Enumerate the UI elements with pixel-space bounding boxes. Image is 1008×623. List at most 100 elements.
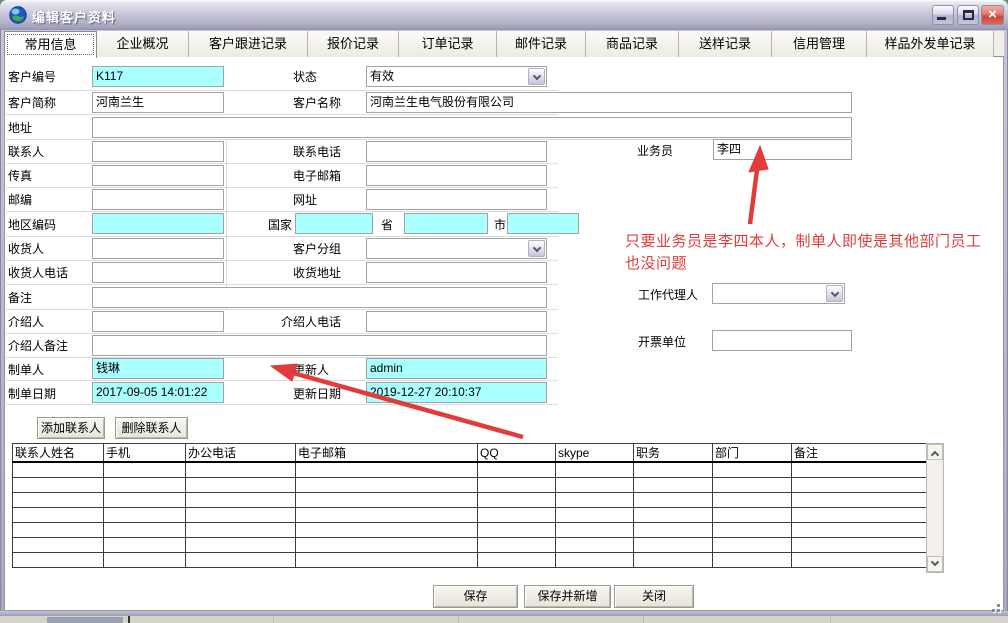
table-cell[interactable] bbox=[186, 552, 296, 567]
col-header-office-phone[interactable]: 办公电话 bbox=[186, 444, 296, 463]
tab-product-records[interactable]: 商品记录 bbox=[586, 31, 679, 57]
table-cell[interactable] bbox=[186, 537, 296, 552]
consignee-phone-field[interactable] bbox=[92, 262, 224, 283]
add-contact-button[interactable]: 添加联系人 bbox=[37, 417, 105, 439]
delivery-address-field[interactable] bbox=[366, 262, 547, 283]
table-cell[interactable] bbox=[478, 522, 556, 537]
address-field[interactable] bbox=[92, 117, 852, 138]
col-header-skype[interactable]: skype bbox=[556, 444, 634, 463]
table-cell[interactable] bbox=[556, 522, 634, 537]
tab-quote-records[interactable]: 报价记录 bbox=[308, 31, 399, 57]
table-cell[interactable] bbox=[186, 522, 296, 537]
scroll-up-button[interactable] bbox=[927, 444, 943, 460]
table-cell[interactable] bbox=[186, 462, 296, 477]
tab-followup-records[interactable]: 客户跟进记录 bbox=[189, 31, 308, 57]
table-cell[interactable] bbox=[296, 507, 478, 522]
table-row[interactable] bbox=[13, 477, 927, 492]
table-cell[interactable] bbox=[104, 537, 186, 552]
table-cell[interactable] bbox=[104, 477, 186, 492]
table-cell[interactable] bbox=[296, 552, 478, 567]
table-cell[interactable] bbox=[634, 522, 713, 537]
table-row[interactable] bbox=[13, 462, 927, 477]
table-cell[interactable] bbox=[634, 492, 713, 507]
table-cell[interactable] bbox=[296, 522, 478, 537]
table-cell[interactable] bbox=[634, 507, 713, 522]
table-cell[interactable] bbox=[634, 477, 713, 492]
zip-field[interactable] bbox=[92, 189, 224, 210]
table-cell[interactable] bbox=[713, 492, 792, 507]
tab-order-records[interactable]: 订单记录 bbox=[399, 31, 497, 57]
table-row[interactable] bbox=[13, 537, 927, 552]
table-cell[interactable] bbox=[478, 552, 556, 567]
table-row[interactable] bbox=[13, 522, 927, 537]
table-cell[interactable] bbox=[556, 507, 634, 522]
close-button[interactable]: × bbox=[981, 5, 1004, 25]
table-cell[interactable] bbox=[13, 477, 104, 492]
introducer-field[interactable] bbox=[92, 311, 224, 332]
col-header-mobile[interactable]: 手机 bbox=[104, 444, 186, 463]
resize-grip-icon[interactable] bbox=[997, 609, 1000, 612]
tab-sample-out-records[interactable]: 样品外发单记录 bbox=[867, 31, 994, 57]
table-cell[interactable] bbox=[296, 492, 478, 507]
consignee-field[interactable] bbox=[92, 238, 224, 259]
customer-group-dropdown[interactable] bbox=[366, 238, 547, 259]
table-cell[interactable] bbox=[104, 522, 186, 537]
table-cell[interactable] bbox=[556, 552, 634, 567]
table-cell[interactable] bbox=[13, 507, 104, 522]
table-cell[interactable] bbox=[792, 522, 927, 537]
table-cell[interactable] bbox=[556, 537, 634, 552]
status-dropdown[interactable]: 有效 bbox=[366, 66, 547, 87]
table-cell[interactable] bbox=[13, 462, 104, 477]
tab-company-overview[interactable]: 企业概况 bbox=[97, 31, 189, 57]
col-header-email[interactable]: 电子邮箱 bbox=[296, 444, 478, 463]
work-agent-dropdown-button[interactable] bbox=[826, 285, 843, 302]
full-name-field[interactable]: 河南兰生电气股份有限公司 bbox=[366, 92, 852, 113]
table-cell[interactable] bbox=[556, 492, 634, 507]
col-header-contact-name[interactable]: 联系人姓名 bbox=[13, 444, 104, 463]
resize-grip-icon[interactable] bbox=[992, 609, 995, 612]
col-header-qq[interactable]: QQ bbox=[478, 444, 556, 463]
table-cell[interactable] bbox=[792, 477, 927, 492]
table-cell[interactable] bbox=[296, 477, 478, 492]
table-cell[interactable] bbox=[104, 462, 186, 477]
table-cell[interactable] bbox=[792, 552, 927, 567]
table-cell[interactable] bbox=[13, 492, 104, 507]
table-cell[interactable] bbox=[556, 477, 634, 492]
table-cell[interactable] bbox=[13, 522, 104, 537]
email-field[interactable] bbox=[366, 165, 547, 186]
table-cell[interactable] bbox=[104, 507, 186, 522]
table-cell[interactable] bbox=[792, 507, 927, 522]
tab-credit-management[interactable]: 信用管理 bbox=[772, 31, 867, 57]
delete-contact-button[interactable]: 删除联系人 bbox=[115, 417, 188, 439]
table-cell[interactable] bbox=[713, 522, 792, 537]
table-row[interactable] bbox=[13, 552, 927, 567]
website-field[interactable] bbox=[366, 189, 547, 210]
table-cell[interactable] bbox=[186, 477, 296, 492]
tab-sample-records[interactable]: 送样记录 bbox=[679, 31, 772, 57]
col-header-remark[interactable]: 备注 bbox=[792, 444, 927, 463]
short-name-field[interactable]: 河南兰生 bbox=[92, 92, 224, 113]
status-dropdown-button[interactable] bbox=[528, 68, 545, 85]
table-cell[interactable] bbox=[713, 462, 792, 477]
table-row[interactable] bbox=[13, 492, 927, 507]
customer-group-dropdown-button[interactable] bbox=[528, 240, 545, 257]
table-cell[interactable] bbox=[186, 492, 296, 507]
table-cell[interactable] bbox=[478, 492, 556, 507]
col-header-department[interactable]: 部门 bbox=[713, 444, 792, 463]
invoice-unit-field[interactable] bbox=[712, 330, 852, 351]
table-scrollbar[interactable] bbox=[926, 443, 944, 573]
introducer-remark-field[interactable] bbox=[92, 335, 547, 356]
table-cell[interactable] bbox=[792, 537, 927, 552]
maximize-button[interactable] bbox=[957, 5, 979, 25]
table-cell[interactable] bbox=[713, 477, 792, 492]
remark-field[interactable] bbox=[92, 287, 547, 308]
contact-field[interactable] bbox=[92, 141, 224, 162]
tab-mail-records[interactable]: 邮件记录 bbox=[497, 31, 586, 57]
table-cell[interactable] bbox=[634, 462, 713, 477]
close-form-button[interactable]: 关闭 bbox=[614, 585, 694, 608]
table-cell[interactable] bbox=[478, 477, 556, 492]
work-agent-dropdown[interactable] bbox=[712, 283, 845, 304]
table-cell[interactable] bbox=[713, 507, 792, 522]
col-header-position[interactable]: 职务 bbox=[634, 444, 713, 463]
table-cell[interactable] bbox=[792, 492, 927, 507]
